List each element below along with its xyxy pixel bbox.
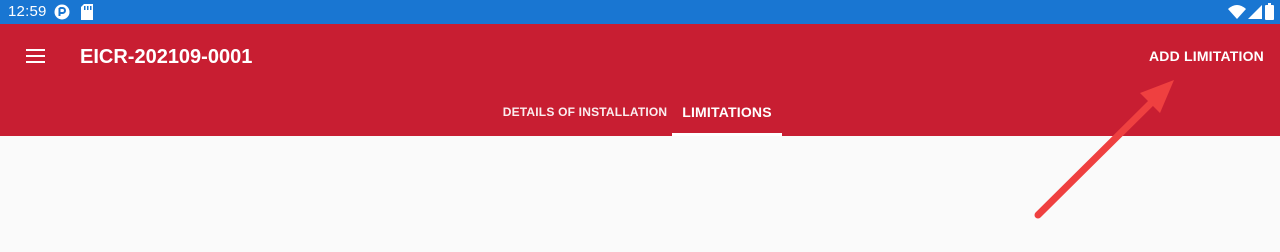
add-limitation-button[interactable]: ADD LIMITATION (1149, 47, 1264, 65)
hamburger-menu-icon (26, 49, 45, 63)
limitations-content-area (0, 136, 1280, 252)
app-notification-icon (54, 4, 70, 20)
wifi-icon (1228, 5, 1246, 19)
battery-icon (1265, 3, 1274, 20)
app-bar: EICR-202109-0001 ADD LIMITATION DETAILS … (0, 24, 1280, 136)
cellular-signal-icon (1248, 5, 1262, 19)
tab-details-of-installation[interactable]: DETAILS OF INSTALLATION (500, 93, 670, 136)
menu-button[interactable] (22, 44, 50, 68)
sd-card-icon (81, 4, 93, 20)
page-title: EICR-202109-0001 (80, 46, 253, 68)
tab-limitations[interactable]: LIMITATIONS (672, 93, 782, 136)
status-time: 12:59 (8, 3, 47, 20)
status-bar: 12:59 (0, 0, 1280, 24)
